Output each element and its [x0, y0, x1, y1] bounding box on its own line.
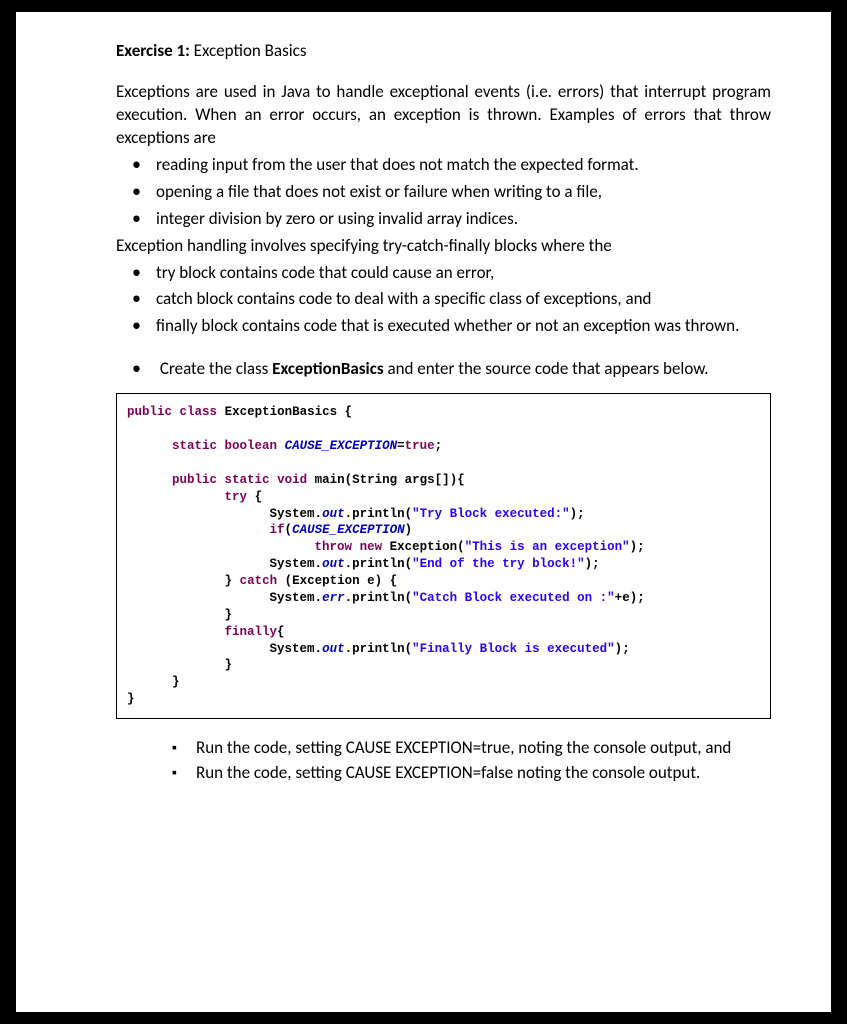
paren: (: [405, 557, 413, 571]
list-item: Run the code, setting CAUSE EXCEPTION=tr…: [196, 737, 771, 760]
println: println: [352, 557, 405, 571]
dot: .: [345, 507, 353, 521]
string-literal: "Catch Block executed on :": [412, 591, 615, 605]
exception-type: Exception: [292, 574, 360, 588]
paren: ): [375, 574, 383, 588]
paren: (: [405, 591, 413, 605]
println: println: [352, 507, 405, 521]
kw-public: public: [172, 473, 217, 487]
brace: }: [127, 692, 135, 706]
brace: {: [457, 473, 465, 487]
brace: {: [390, 574, 398, 588]
string-literal: "End of the try block!": [412, 557, 585, 571]
out: out: [322, 557, 345, 571]
brace: }: [225, 608, 233, 622]
kw-if: if: [270, 523, 285, 537]
document-page: Exercise 1: Exception Basics Exceptions …: [16, 12, 831, 1012]
kw-public: public: [127, 405, 172, 419]
brace: }: [225, 658, 233, 672]
system: System: [270, 591, 315, 605]
paren: (: [405, 507, 413, 521]
brace: }: [172, 675, 180, 689]
brace: {: [255, 490, 263, 504]
dot: .: [315, 557, 323, 571]
const-name: CAUSE_EXCEPTION: [292, 523, 405, 537]
system: System: [270, 557, 315, 571]
intro-paragraph-2: Exception handling involves specifying t…: [116, 235, 771, 258]
kw-static: static: [225, 473, 270, 487]
semicolon: ;: [592, 557, 600, 571]
semicolon: ;: [435, 439, 443, 453]
args: args[]: [405, 473, 450, 487]
kw-void: void: [277, 473, 307, 487]
kw-true: true: [405, 439, 435, 453]
type-string: String: [352, 473, 397, 487]
dot: .: [345, 557, 353, 571]
kw-new: new: [360, 540, 383, 554]
println: println: [352, 642, 405, 656]
paren: ): [405, 523, 413, 537]
kw-boolean: boolean: [225, 439, 278, 453]
error-examples-list: reading input from the user that does no…: [116, 152, 771, 231]
paren: (: [405, 642, 413, 656]
system: System: [270, 507, 315, 521]
block-descriptions-list: try block contains code that could cause…: [116, 260, 771, 339]
task-suffix: and enter the source code that appears b…: [384, 358, 709, 379]
string-literal: "Finally Block is executed": [412, 642, 615, 656]
exercise-label: Exercise 1:: [116, 40, 190, 61]
err: err: [322, 591, 345, 605]
class-name: ExceptionBasics: [225, 405, 338, 419]
kw-finally: finally: [225, 625, 278, 639]
kw-throw: throw: [315, 540, 353, 554]
semicolon: ;: [622, 642, 630, 656]
kw-class: class: [180, 405, 218, 419]
task-item: Create the class ExceptionBasics and ent…: [156, 356, 771, 381]
exercise-title: Exception Basics: [190, 40, 307, 61]
paren: (: [457, 540, 465, 554]
equals: =: [397, 439, 405, 453]
brace: }: [225, 574, 233, 588]
dot: .: [345, 591, 353, 605]
paren: (: [345, 473, 353, 487]
task-classname: ExceptionBasics: [272, 358, 383, 379]
out: out: [322, 507, 345, 521]
println: println: [352, 591, 405, 605]
list-item: integer division by zero or using invali…: [156, 206, 771, 231]
const-name: CAUSE_EXCEPTION: [285, 439, 398, 453]
task-list: Create the class ExceptionBasics and ent…: [116, 356, 771, 381]
kw-try: try: [225, 490, 248, 504]
exception-type: Exception: [390, 540, 458, 554]
system: System: [270, 642, 315, 656]
dot: .: [315, 591, 323, 605]
out: out: [322, 642, 345, 656]
semicolon: ;: [637, 540, 645, 554]
paren: (: [285, 574, 293, 588]
dot: .: [345, 642, 353, 656]
kw-catch: catch: [240, 574, 278, 588]
var-e: e: [367, 574, 375, 588]
semicolon: ;: [577, 507, 585, 521]
string-literal: "This is an exception": [465, 540, 630, 554]
task-prefix: Create the class: [160, 358, 272, 379]
exercise-heading: Exercise 1: Exception Basics: [116, 40, 771, 63]
var-e: e: [622, 591, 630, 605]
semicolon: ;: [637, 591, 645, 605]
run-instructions-list: Run the code, setting CAUSE EXCEPTION=tr…: [116, 737, 771, 785]
list-item: opening a file that does not exist or fa…: [156, 179, 771, 204]
list-item: Run the code, setting CAUSE EXCEPTION=fa…: [196, 762, 771, 785]
list-item: reading input from the user that does no…: [156, 152, 771, 177]
intro-paragraph-1: Exceptions are used in Java to handle ex…: [116, 81, 771, 150]
method-main: main: [315, 473, 345, 487]
brace: {: [345, 405, 353, 419]
list-item: catch block contains code to deal with a…: [156, 286, 771, 311]
paren: (: [285, 523, 293, 537]
dot: .: [315, 642, 323, 656]
dot: .: [315, 507, 323, 521]
kw-static: static: [172, 439, 217, 453]
brace: {: [277, 625, 285, 639]
list-item: try block contains code that could cause…: [156, 260, 771, 285]
string-literal: "Try Block executed:": [412, 507, 570, 521]
list-item: finally block contains code that is exec…: [156, 313, 771, 338]
code-block: public class ExceptionBasics { static bo…: [116, 393, 771, 719]
